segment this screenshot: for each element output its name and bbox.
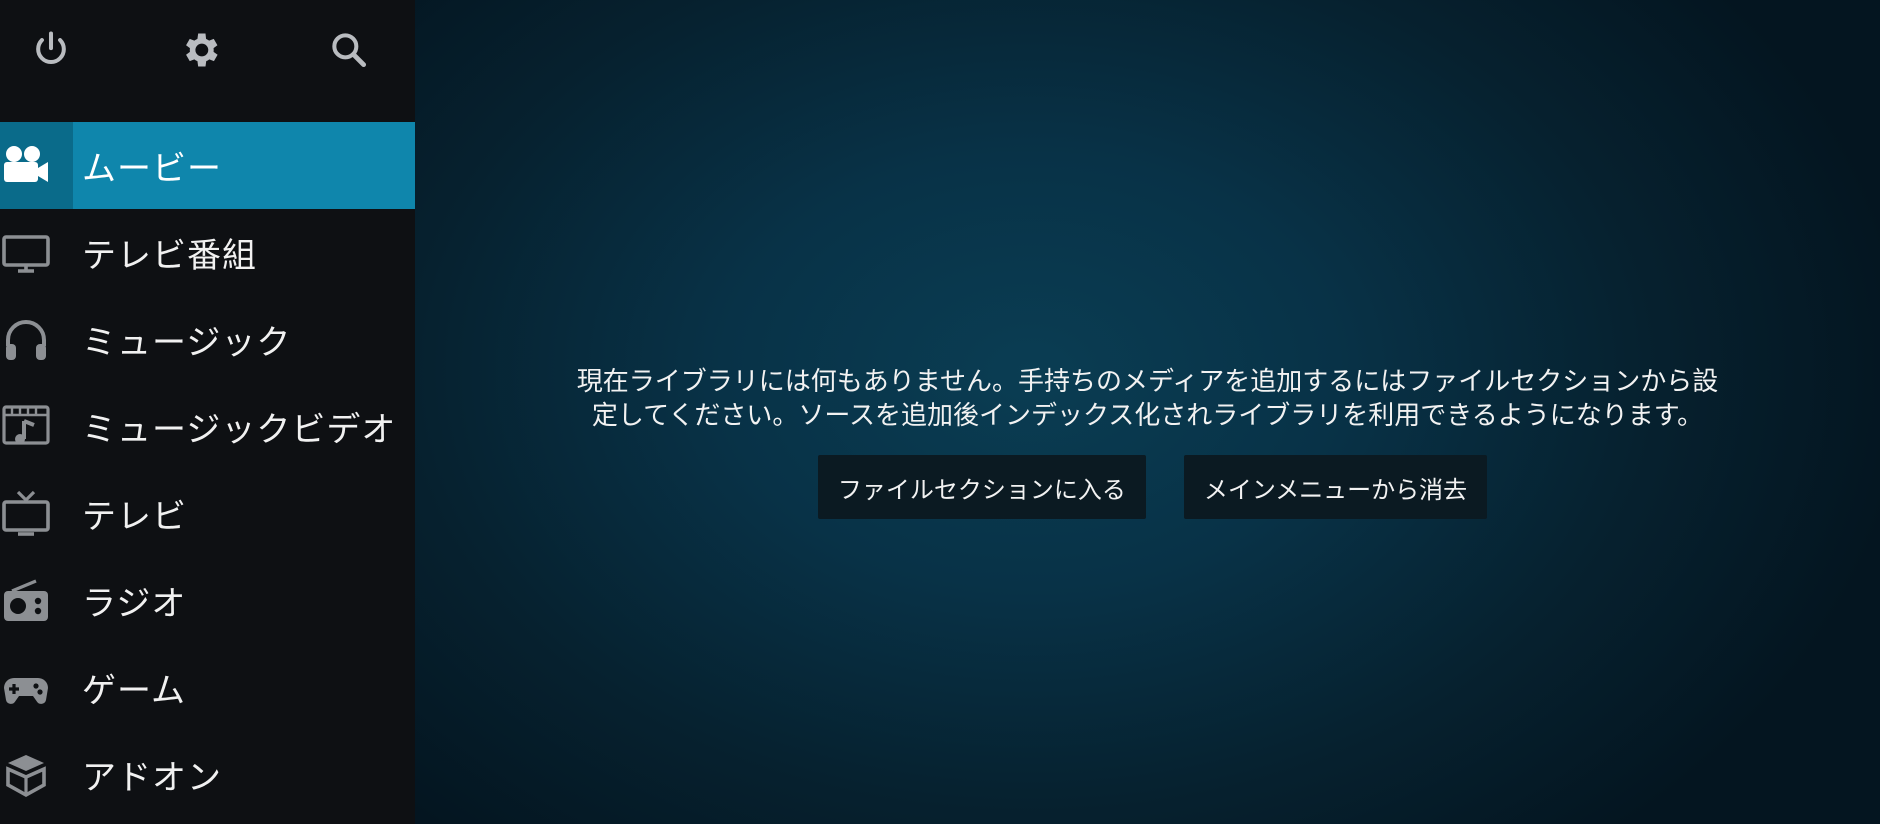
menu-item-label: ゲーム: [82, 671, 186, 711]
message-line-1: 現在ライブラリには何もありません。手持ちのメディアを追加するにはファイルセクショ…: [576, 367, 1719, 397]
menu-icon-box: [0, 470, 73, 557]
music-video-icon: [2, 404, 50, 445]
remove-from-menu-button[interactable]: メインメニューから消去: [1183, 455, 1488, 519]
settings-button[interactable]: [172, 22, 228, 78]
app-window: ムービー テレビ番組 ミュージック ミュージックビデオ テレビ ラジオ ゲーム …: [0, 0, 1880, 824]
menu-item-label: テレビ番組: [82, 236, 257, 276]
menu-item-movies[interactable]: ムービー: [0, 122, 415, 209]
menu-item-tv[interactable]: テレビ: [0, 470, 415, 557]
power-icon: [36, 31, 66, 64]
top-toolbar: [0, 0, 415, 100]
menu-item-label: アドオン: [82, 758, 222, 798]
enter-files-button[interactable]: ファイルセクションに入る: [817, 455, 1146, 519]
addon-box-icon: [6, 754, 46, 797]
sidebar: ムービー テレビ番組 ミュージック ミュージックビデオ テレビ ラジオ ゲーム …: [0, 0, 415, 824]
gamepad-icon: [4, 677, 48, 704]
menu-item-label: テレビ: [82, 497, 187, 537]
menu-icon-box: [0, 122, 73, 209]
tv-antenna-icon: [2, 490, 50, 536]
menu-item-music[interactable]: ミュージック: [0, 296, 415, 383]
search-icon: [332, 33, 367, 68]
empty-library-message: 現在ライブラリには何もありません。手持ちのメディアを追加するにはファイルセクショ…: [515, 365, 1780, 433]
menu-icon-box: [0, 383, 73, 470]
radio-icon: [4, 579, 48, 621]
main-menu: ムービー テレビ番組 ミュージック ミュージックビデオ テレビ ラジオ ゲーム …: [0, 122, 415, 818]
menu-item-label: ミュージック: [82, 323, 292, 363]
gear-icon: [186, 33, 218, 67]
menu-item-label: ミュージックビデオ: [82, 410, 397, 450]
search-button[interactable]: [321, 22, 377, 78]
headphones-icon: [6, 319, 46, 360]
menu-item-addons[interactable]: アドオン: [0, 731, 415, 818]
menu-item-label: ムービー: [82, 149, 222, 189]
action-buttons: ファイルセクションに入る メインメニューから消去: [415, 455, 1880, 519]
menu-icon-box: [0, 296, 73, 383]
menu-item-radio[interactable]: ラジオ: [0, 557, 415, 644]
menu-item-label: ラジオ: [82, 584, 187, 624]
menu-icon-box: [0, 557, 73, 644]
menu-icon-box: [0, 644, 73, 731]
menu-item-games[interactable]: ゲーム: [0, 644, 415, 731]
monitor-icon: [2, 234, 50, 273]
power-button[interactable]: [23, 22, 79, 78]
main-content: 現在ライブラリには何もありません。手持ちのメディアを追加するにはファイルセクショ…: [415, 0, 1880, 824]
menu-item-music-videos[interactable]: ミュージックビデオ: [0, 383, 415, 470]
menu-icon-box: [0, 731, 73, 818]
menu-icon-box: [0, 209, 73, 296]
movie-camera-icon: [4, 145, 48, 182]
menu-item-tv-shows[interactable]: テレビ番組: [0, 209, 415, 296]
message-line-2: 定してください。ソースを追加後インデックス化されライブラリを利用できるようになり…: [591, 401, 1704, 431]
